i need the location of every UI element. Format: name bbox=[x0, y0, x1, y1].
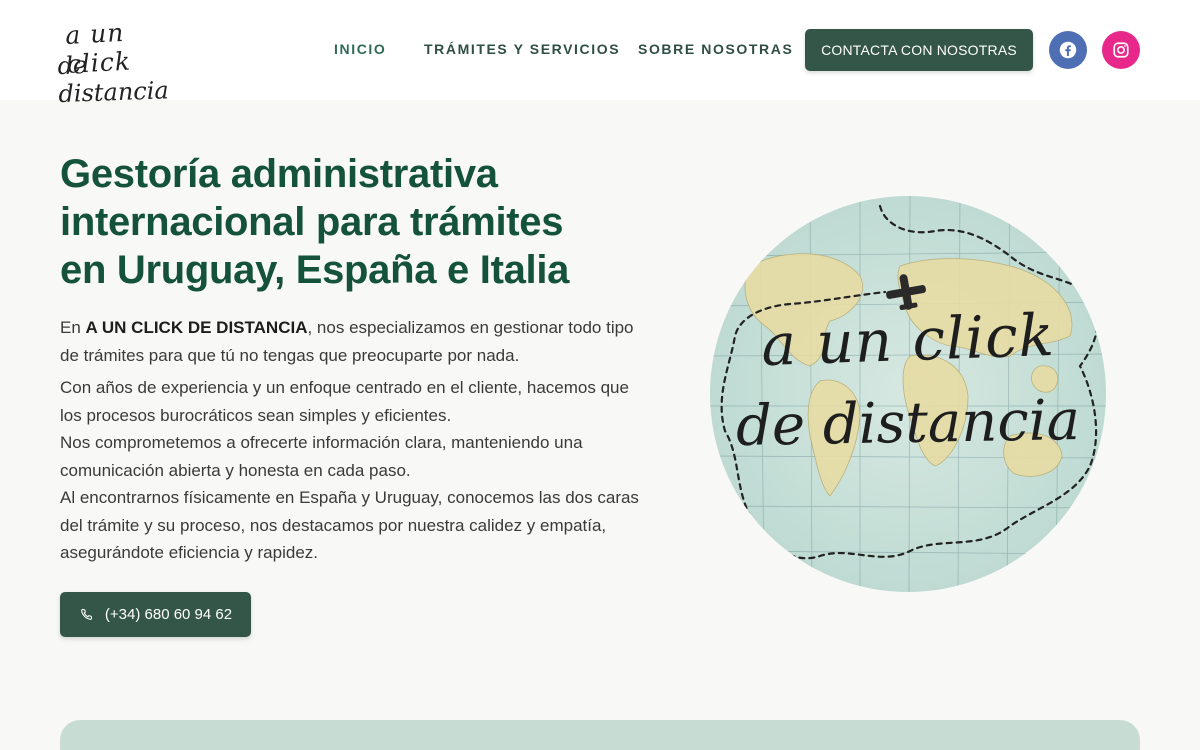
hero-title: Gestoría administrativa internacional pa… bbox=[60, 150, 660, 294]
intro-paragraph: En A UN CLICK DE DISTANCIA, nos especial… bbox=[60, 314, 640, 370]
site-logo[interactable]: a un click de distancia bbox=[57, 14, 178, 108]
description-line: Con años de experiencia y un enfoque cen… bbox=[60, 378, 629, 425]
facebook-button[interactable] bbox=[1049, 31, 1087, 69]
logo-line-2: de distancia bbox=[57, 51, 170, 109]
phone-button[interactable]: (+34) 680 60 94 62 bbox=[60, 592, 251, 637]
image-text-line-2: de distancia bbox=[735, 388, 1081, 459]
description-line: Al encontrarnos físicamente en España y … bbox=[60, 488, 639, 562]
phone-number: (+34) 680 60 94 62 bbox=[104, 606, 233, 623]
instagram-icon bbox=[1113, 42, 1129, 58]
hero-title-line: internacional para trámites bbox=[60, 200, 564, 244]
description-paragraph: Con años de experiencia y un enfoque cen… bbox=[60, 374, 640, 567]
hero-title-line: en Uruguay, España e Italia bbox=[60, 248, 570, 292]
site-header: a un click de distancia INICIO TRÁMITES … bbox=[0, 0, 1200, 108]
nav-sobre-nosotras[interactable]: SOBRE NOSOTRAS bbox=[638, 41, 793, 57]
contacta-button[interactable]: CONTACTA CON NOSOTRAS bbox=[805, 29, 1033, 71]
phone-icon bbox=[81, 608, 92, 620]
nav-tramites-y-servicios[interactable]: TRÁMITES Y SERVICIOS bbox=[424, 41, 620, 57]
hero-map-image: a un click de distancia bbox=[710, 196, 1106, 592]
next-section-band bbox=[60, 720, 1140, 750]
intro-prefix: En bbox=[60, 318, 86, 337]
facebook-icon bbox=[1059, 41, 1077, 59]
image-text-line-1: a un click bbox=[760, 300, 1056, 380]
brand-name-bold: A UN CLICK DE DISTANCIA bbox=[85, 318, 308, 337]
description-line: Nos comprometemos a ofrecerte informació… bbox=[60, 433, 583, 480]
nav-inicio[interactable]: INICIO bbox=[334, 41, 386, 57]
instagram-button[interactable] bbox=[1102, 31, 1140, 69]
hero-title-line: Gestoría administrativa bbox=[60, 152, 498, 196]
